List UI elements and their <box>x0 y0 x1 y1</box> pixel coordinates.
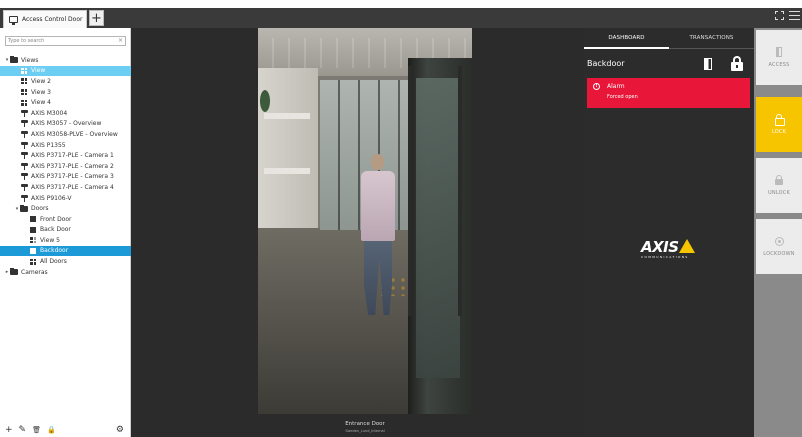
camera-subtitle: Sweden_Lund_Internal <box>345 429 385 433</box>
alarm-card[interactable]: ! Alarm Forced open <box>587 78 750 108</box>
grid-view-icon <box>21 67 27 74</box>
tree-item-view-3[interactable]: View 3 <box>0 87 131 98</box>
tree-item-camera[interactable]: AXIS P3717-PLE - Camera 3 <box>0 172 131 183</box>
door-icon <box>30 247 36 254</box>
grid-view-icon <box>21 99 27 106</box>
tree-item-camera[interactable]: AXIS P3717-PLE - Camera 1 <box>0 150 131 161</box>
view-tree: ▾ Views View View 2 View 3 View 4 AXIS M… <box>0 55 131 277</box>
unlock-icon <box>775 175 783 185</box>
grid-view-icon <box>30 237 36 244</box>
tree-item-camera[interactable]: AXIS P9106-V <box>0 193 131 204</box>
axis-logo: AXIS COMMUNICATIONS <box>641 238 701 260</box>
folder-icon <box>10 268 18 276</box>
camera-name: Entrance Door <box>345 421 385 427</box>
camera-icon <box>21 130 28 138</box>
door-actions: ACCESS LOCK UNLOCK LOCKDOWN <box>754 28 802 437</box>
fullscreen-icon[interactable] <box>775 11 784 20</box>
delete-icon[interactable]: 🗑 <box>32 427 41 434</box>
search-input[interactable]: Type to search × <box>5 36 126 46</box>
camera-icon <box>21 141 28 149</box>
lockdown-button[interactable]: LOCKDOWN <box>756 219 802 274</box>
top-bar: Access Control Door + <box>0 0 802 28</box>
monitor-icon <box>9 16 18 25</box>
search-placeholder: Type to search <box>8 38 45 44</box>
tree-item-backdoor[interactable]: Backdoor <box>0 245 131 257</box>
door-icon <box>30 216 36 223</box>
tree-item-camera[interactable]: AXIS M3004 <box>0 108 131 119</box>
tree-item-all-doors[interactable]: All Doors <box>0 256 131 267</box>
tab-dashboard[interactable]: DASHBOARD <box>584 28 669 49</box>
alarm-icon: ! <box>593 83 600 90</box>
camera-icon <box>21 162 28 170</box>
video-area: Entrance Door Sweden_Lund_Internal <box>131 28 584 437</box>
door-title: Backdoor <box>587 59 625 68</box>
door-icon <box>30 226 36 233</box>
camera-icon <box>21 194 28 202</box>
door-open-icon <box>776 47 782 57</box>
tree-folder-views[interactable]: ▾ Views <box>0 55 131 66</box>
tree-item-camera[interactable]: AXIS P3717-PLE - Camera 2 <box>0 161 131 172</box>
folder-icon <box>20 204 28 212</box>
access-button[interactable]: ACCESS <box>756 30 802 85</box>
tree-item-back-door[interactable]: Back Door <box>0 225 131 236</box>
tree-item-camera[interactable]: AXIS P3717-PLE - Camera 4 <box>0 182 131 193</box>
add-icon[interactable]: + <box>5 426 13 435</box>
camera-icon <box>21 183 28 191</box>
settings-icon[interactable]: ⚙ <box>116 425 124 435</box>
tree-item-camera[interactable]: AXIS M3058-PLVE - Overview <box>0 129 131 140</box>
tree-toolbar: + ✎ 🗑 🔒 <box>5 426 56 435</box>
tab-strip <box>0 8 802 28</box>
lockdown-icon <box>774 236 784 246</box>
locked-icon <box>731 56 743 71</box>
tree-item-view-2[interactable]: View 2 <box>0 76 131 87</box>
tab-access-control-door[interactable]: Access Control Door <box>3 10 87 28</box>
tree-item-view-5[interactable]: View 5 <box>0 235 131 246</box>
grid-view-icon <box>21 78 27 85</box>
unlock-button[interactable]: UNLOCK <box>756 158 802 213</box>
tree-folder-cameras[interactable]: ▸ Cameras <box>0 267 131 278</box>
tree-item-view[interactable]: View <box>0 65 131 77</box>
logo-subtitle: COMMUNICATIONS <box>641 255 689 259</box>
alarm-detail: Forced open <box>607 94 638 100</box>
grid-view-icon <box>30 258 36 265</box>
tree-item-view-4[interactable]: View 4 <box>0 97 131 108</box>
live-video-feed[interactable] <box>258 28 472 414</box>
dashboard-panel: DASHBOARD TRANSACTIONS Backdoor ! Alarm … <box>584 28 754 437</box>
tab-label: Access Control Door <box>22 16 83 23</box>
camera-icon <box>21 173 28 181</box>
lock-icon[interactable]: 🔒 <box>47 427 56 434</box>
logo-triangle-icon <box>679 239 695 253</box>
tab-transactions[interactable]: TRANSACTIONS <box>669 28 754 49</box>
door-closed-icon <box>704 58 712 70</box>
dashboard-tabs: DASHBOARD TRANSACTIONS <box>584 28 754 49</box>
tree-item-camera[interactable]: AXIS P1355 <box>0 140 131 151</box>
logo-word: AXIS <box>641 238 679 256</box>
edit-icon[interactable]: ✎ <box>19 426 27 435</box>
camera-icon <box>21 109 28 117</box>
navigation-panel: Type to search × ▾ Views View View 2 Vie… <box>0 28 131 437</box>
grid-view-icon <box>21 89 27 96</box>
clear-search-icon[interactable]: × <box>118 37 123 45</box>
camera-icon <box>21 152 28 160</box>
folder-icon <box>10 56 18 64</box>
alarm-title: Alarm <box>607 83 625 90</box>
lock-button[interactable]: LOCK <box>756 97 802 152</box>
tree-item-camera[interactable]: AXIS M3057 - Overview <box>0 119 131 130</box>
camera-icon <box>21 120 28 128</box>
main-menu-icon[interactable] <box>789 11 800 20</box>
add-tab-button[interactable]: + <box>89 10 104 26</box>
lock-icon <box>775 114 785 126</box>
tree-item-front-door[interactable]: Front Door <box>0 214 131 225</box>
tree-folder-doors[interactable]: ▾ Doors <box>0 203 131 214</box>
